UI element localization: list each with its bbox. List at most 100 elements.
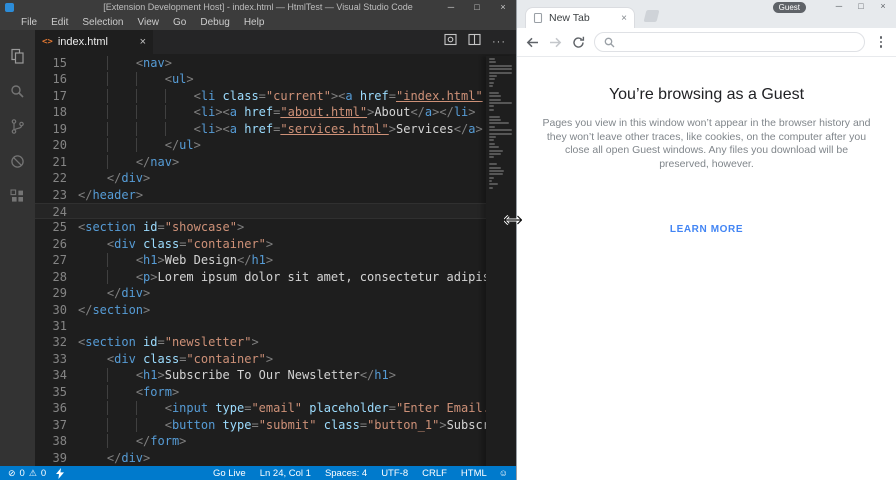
browser-close-button[interactable]: ×: [872, 0, 894, 14]
browser-tab-new-tab[interactable]: New Tab ×: [525, 7, 635, 28]
address-bar[interactable]: [594, 32, 865, 52]
back-button[interactable]: [525, 35, 539, 49]
explorer-icon[interactable]: [0, 39, 35, 74]
status-ln-24-col-1[interactable]: Ln 24, Col 1: [260, 468, 311, 479]
status-bar: ⊘ 0 ⚠ 0 Go Live Ln 24, Col 1 Spaces: 4 UTF-…: [0, 466, 516, 480]
line-number: 25: [52, 220, 67, 235]
guest-profile-badge[interactable]: Guest: [772, 2, 806, 13]
menu-file[interactable]: File: [14, 15, 44, 30]
errors-count[interactable]: 0: [20, 468, 25, 479]
line-number: 36: [52, 401, 67, 416]
errors-icon[interactable]: ⊘: [8, 468, 16, 479]
code-line-25[interactable]: 25 <section id="showcase">: [35, 219, 516, 235]
browser-menu-icon[interactable]: [874, 36, 888, 48]
browser-window: New Tab × Guest ─ □ × You’re browsing as…: [516, 0, 896, 480]
html-file-icon: <>: [42, 37, 53, 47]
code-line-39[interactable]: 39 </div>: [35, 450, 516, 466]
vscode-minimize-button[interactable]: ─: [438, 0, 464, 15]
line-number: 31: [52, 319, 67, 333]
code-line-31[interactable]: 31: [35, 318, 516, 334]
extensions-icon[interactable]: [0, 179, 35, 214]
browser-maximize-button[interactable]: □: [850, 0, 872, 14]
code-line-21[interactable]: 21 </nav>: [35, 154, 516, 170]
lightning-icon[interactable]: [56, 467, 65, 479]
open-preview-icon[interactable]: [444, 33, 457, 51]
status-html[interactable]: HTML: [461, 468, 487, 479]
debug-icon[interactable]: [0, 144, 35, 179]
line-number: 28: [52, 269, 67, 284]
menu-go[interactable]: Go: [166, 15, 193, 30]
menu-bar: File Edit Selection View Go Debug Help: [0, 15, 516, 30]
line-number: 29: [52, 286, 67, 301]
browser-tab-close-icon[interactable]: ×: [621, 13, 627, 24]
code-line-33[interactable]: 33 <div class="container">: [35, 351, 516, 367]
line-number: 37: [52, 417, 67, 432]
browser-tabstrip: New Tab × Guest ─ □ ×: [517, 0, 896, 28]
code-line-18[interactable]: 18 <li><a href="about.html">About</a></l…: [35, 104, 516, 120]
source-control-icon[interactable]: [0, 109, 35, 144]
new-tab-button[interactable]: [643, 10, 660, 22]
code-line-35[interactable]: 35 <form>: [35, 384, 516, 400]
line-number: 16: [52, 72, 67, 87]
search-icon[interactable]: [0, 74, 35, 109]
address-input[interactable]: [621, 36, 855, 48]
code-line-30[interactable]: 30 </section>: [35, 302, 516, 318]
guest-body-text: Pages you view in this window won’t appe…: [542, 117, 871, 170]
line-number: 18: [52, 105, 67, 120]
code-line-36[interactable]: 36 <input type="email" placeholder="Ente…: [35, 400, 516, 416]
code-line-34[interactable]: 34 <h1>Subscribe To Our Newsletter</h1>: [35, 367, 516, 383]
code-line-28[interactable]: 28 <p>Lorem ipsum dolor sit amet, consec…: [35, 269, 516, 285]
code-line-26[interactable]: 26 <div class="container">: [35, 236, 516, 252]
code-line-38[interactable]: 38 </form>: [35, 433, 516, 449]
status-go-live[interactable]: Go Live: [213, 468, 246, 479]
status-right: Go Live Ln 24, Col 1 Spaces: 4 UTF-8 CRLF HTM…: [213, 468, 487, 479]
code-line-19[interactable]: 19 <li><a href="services.html">Services<…: [35, 121, 516, 137]
line-number: 20: [52, 138, 67, 153]
feedback-smiley-icon[interactable]: ☺: [499, 468, 508, 478]
minimap[interactable]: [486, 56, 516, 466]
line-number: 23: [52, 187, 67, 202]
status-crlf[interactable]: CRLF: [422, 468, 447, 479]
line-number: 32: [52, 335, 67, 350]
browser-tab-title: New Tab: [549, 12, 590, 24]
menu-view[interactable]: View: [131, 15, 167, 30]
code-line-24[interactable]: 24: [35, 202, 516, 220]
code-editor[interactable]: 15 <nav> 16 <ul> 17 <li class="current"><a…: [35, 54, 516, 466]
line-number: 30: [52, 302, 67, 317]
more-actions-icon[interactable]: ···: [492, 36, 506, 48]
status-spaces-4[interactable]: Spaces: 4: [325, 468, 367, 479]
guest-page: You’re browsing as a Guest Pages you vie…: [517, 86, 896, 237]
code-line-15[interactable]: 15 <nav>: [35, 55, 516, 71]
code-line-22[interactable]: 22 </div>: [35, 170, 516, 186]
learn-more-link[interactable]: LEARN MORE: [670, 224, 743, 235]
code-line-37[interactable]: 37 <button type="submit" class="button_1…: [35, 417, 516, 433]
code-line-27[interactable]: 27 <h1>Web Design</h1>: [35, 252, 516, 268]
code-line-20[interactable]: 20 </ul>: [35, 137, 516, 153]
warnings-icon[interactable]: ⚠: [29, 468, 37, 479]
code-line-29[interactable]: 29 </div>: [35, 285, 516, 301]
refresh-button[interactable]: [571, 35, 585, 49]
omnibox-search-icon: [604, 37, 615, 47]
vscode-maximize-button[interactable]: □: [464, 0, 490, 15]
menu-edit[interactable]: Edit: [44, 15, 75, 30]
split-editor-icon[interactable]: [468, 33, 481, 51]
tab-index-html[interactable]: <> index.html ×: [35, 30, 153, 54]
menu-help[interactable]: Help: [237, 15, 272, 30]
tab-close-icon[interactable]: ×: [140, 36, 146, 48]
line-number: 19: [52, 121, 67, 136]
code-line-32[interactable]: 32 <section id="newsletter">: [35, 334, 516, 350]
browser-minimize-button[interactable]: ─: [828, 0, 850, 14]
code-line-16[interactable]: 16 <ul>: [35, 71, 516, 87]
warnings-count[interactable]: 0: [41, 468, 46, 479]
menu-selection[interactable]: Selection: [75, 15, 130, 30]
code-line-23[interactable]: 23 </header>: [35, 187, 516, 203]
status-utf-8[interactable]: UTF-8: [381, 468, 408, 479]
line-number: 33: [52, 351, 67, 366]
line-number: 17: [52, 88, 67, 103]
menu-debug[interactable]: Debug: [193, 15, 236, 30]
forward-button[interactable]: [548, 35, 562, 49]
vscode-close-button[interactable]: ×: [490, 0, 516, 15]
line-number: 15: [52, 56, 67, 70]
line-number: 39: [52, 450, 67, 465]
code-line-17[interactable]: 17 <li class="current"><a href="index.ht…: [35, 88, 516, 104]
